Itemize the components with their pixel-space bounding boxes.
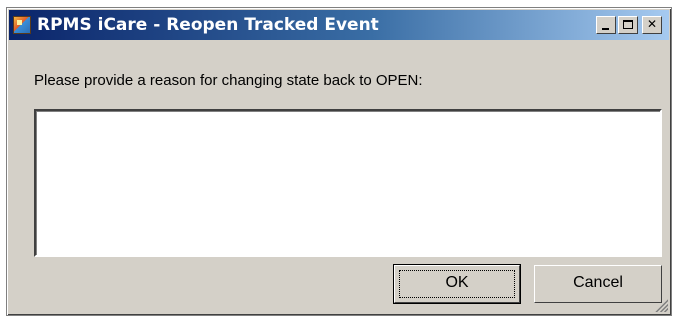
resize-grip-icon[interactable] [654,298,668,312]
close-button[interactable]: ✕ [642,16,662,34]
cancel-button[interactable]: Cancel [534,265,662,303]
ok-button-label: OK [445,274,469,291]
reason-textarea[interactable] [34,109,662,257]
title-bar[interactable]: RPMS iCare - Reopen Tracked Event ✕ [9,10,669,40]
close-icon: ✕ [646,17,658,31]
maximize-icon [623,20,633,29]
minimize-icon [602,28,609,30]
maximize-button[interactable] [618,16,638,34]
ok-button[interactable]: OK [393,264,521,304]
minimize-button[interactable] [596,16,616,34]
window-title: RPMS iCare - Reopen Tracked Event [37,15,379,35]
reopen-tracked-event-dialog: RPMS iCare - Reopen Tracked Event ✕ Plea… [6,7,672,316]
icare-app-icon[interactable] [13,16,31,34]
cancel-button-label: Cancel [573,274,623,291]
reason-prompt-label: Please provide a reason for changing sta… [34,72,423,89]
